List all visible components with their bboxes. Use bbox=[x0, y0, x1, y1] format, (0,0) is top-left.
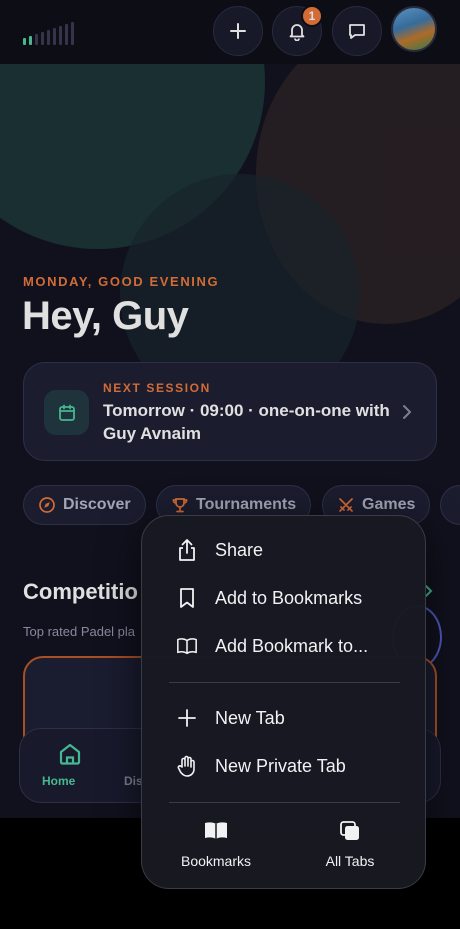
bookmarks-label: Bookmarks bbox=[180, 853, 252, 869]
hand-icon bbox=[176, 755, 198, 777]
menu-item-share[interactable]: Share bbox=[142, 528, 427, 572]
menu-item-label: New Tab bbox=[215, 707, 285, 728]
menu-item-new-private-tab[interactable]: New Private Tab bbox=[142, 744, 427, 788]
context-menu: Share Add to Bookmarks Add Bookmark to..… bbox=[141, 515, 426, 889]
menu-item-label: Share bbox=[215, 539, 264, 560]
tabs-icon bbox=[340, 821, 359, 840]
menu-item-add-bookmark-to[interactable]: Add Bookmark to... bbox=[142, 624, 427, 668]
menu-divider bbox=[169, 802, 400, 803]
share-icon bbox=[176, 539, 198, 561]
plus-icon bbox=[176, 707, 198, 729]
menu-item-add-to-bookmarks[interactable]: Add to Bookmarks bbox=[142, 576, 427, 620]
bookmarks-book-icon bbox=[205, 822, 227, 839]
menu-divider bbox=[169, 682, 400, 683]
all-tabs-button[interactable]: All Tabs bbox=[290, 820, 410, 869]
menu-item-label: New Private Tab bbox=[215, 755, 346, 776]
menu-item-label: Add to Bookmarks bbox=[215, 587, 363, 608]
menu-item-label: Add Bookmark to... bbox=[215, 635, 369, 656]
all-tabs-label: All Tabs bbox=[325, 853, 375, 869]
menu-item-new-tab[interactable]: New Tab bbox=[142, 696, 427, 740]
bookmark-icon bbox=[176, 587, 198, 609]
bookmarks-button[interactable]: Bookmarks bbox=[156, 820, 276, 869]
open-book-icon bbox=[176, 635, 198, 657]
